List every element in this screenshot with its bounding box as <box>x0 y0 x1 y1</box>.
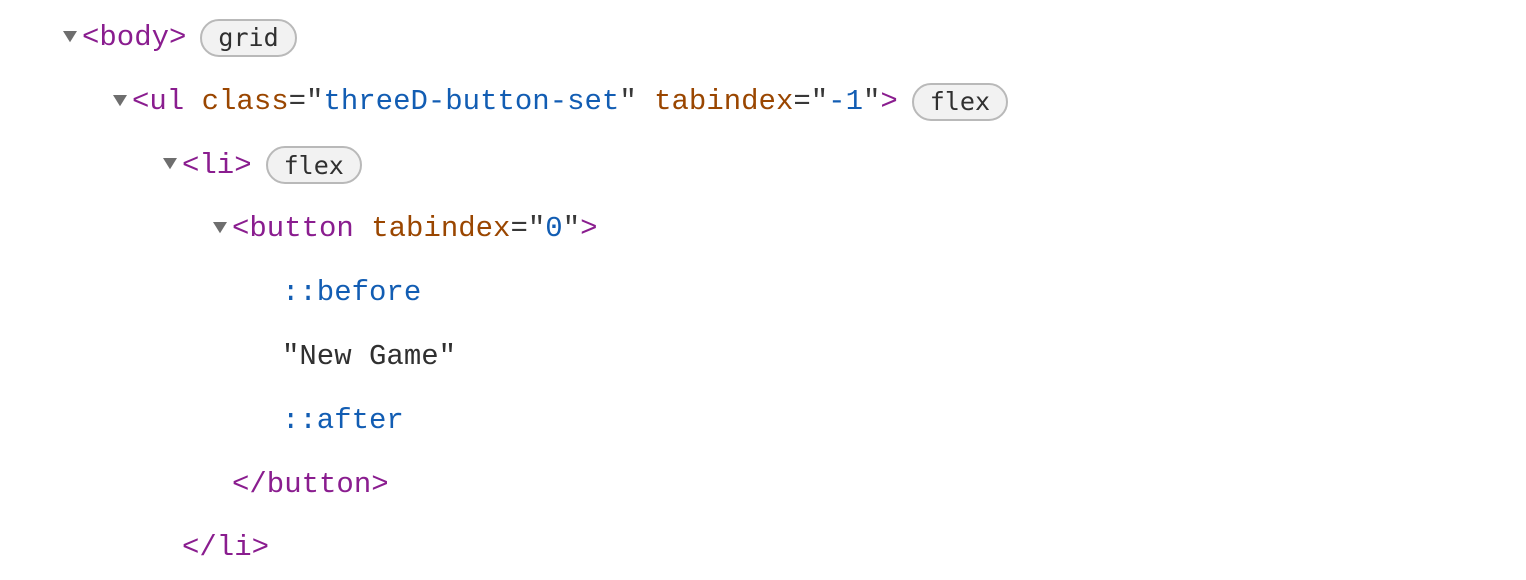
code-segment-pseudo: ::after <box>282 389 404 453</box>
code-segment-tag: > <box>880 70 897 134</box>
code-segment-text: "New Game" <box>282 325 456 389</box>
code-segment-eq: =" <box>793 70 828 134</box>
expand-arrow-icon[interactable] <box>160 158 180 172</box>
dom-tree-row[interactable]: <button tabindex="0"> <box>60 197 1526 261</box>
dom-tree-row[interactable]: "New Game" <box>60 325 1526 389</box>
code-segment-attr: class <box>202 70 289 134</box>
dom-tree-row[interactable]: ::before <box>60 261 1526 325</box>
expand-arrow-icon[interactable] <box>210 222 230 236</box>
code-segment-attr: tabindex <box>654 70 793 134</box>
code-segment-str: threeD-button-set <box>323 70 619 134</box>
code-segment-tag: </li> <box>182 516 269 580</box>
code-segment-tag: <li> <box>182 134 252 198</box>
code-segment-str: -1 <box>828 70 863 134</box>
code-segment-eq: " <box>863 70 880 134</box>
dom-tree-view[interactable]: <body> grid <ul class="threeD-button-set" … <box>60 6 1526 580</box>
dom-tree-row[interactable]: </li> <box>60 516 1526 580</box>
layout-badge[interactable]: grid <box>200 19 296 57</box>
code-segment-attr: tabindex <box>371 197 510 261</box>
code-segment-tag: <body> <box>82 6 186 70</box>
expand-arrow-icon[interactable] <box>110 95 130 109</box>
code-segment-eq: =" <box>289 70 324 134</box>
dom-tree-row[interactable]: <ul class="threeD-button-set" tabindex="… <box>60 70 1526 134</box>
expand-arrow-icon[interactable] <box>60 31 80 45</box>
dom-tree-row[interactable]: ::after <box>60 389 1526 453</box>
layout-badge[interactable]: flex <box>912 83 1008 121</box>
dom-tree-row[interactable]: <body> grid <box>60 6 1526 70</box>
code-segment-tag: <button <box>232 197 371 261</box>
dom-tree-row[interactable]: </button> <box>60 453 1526 517</box>
dom-tree-row[interactable]: <li> flex <box>60 134 1526 198</box>
code-segment-eq: " <box>619 70 654 134</box>
code-segment-eq: =" <box>510 197 545 261</box>
code-segment-pseudo: ::before <box>282 261 421 325</box>
code-segment-tag: </button> <box>232 453 389 517</box>
code-segment-eq: " <box>563 197 580 261</box>
code-segment-str: 0 <box>545 197 562 261</box>
code-segment-tag: <ul <box>132 70 202 134</box>
code-segment-tag: > <box>580 197 597 261</box>
layout-badge[interactable]: flex <box>266 146 362 184</box>
